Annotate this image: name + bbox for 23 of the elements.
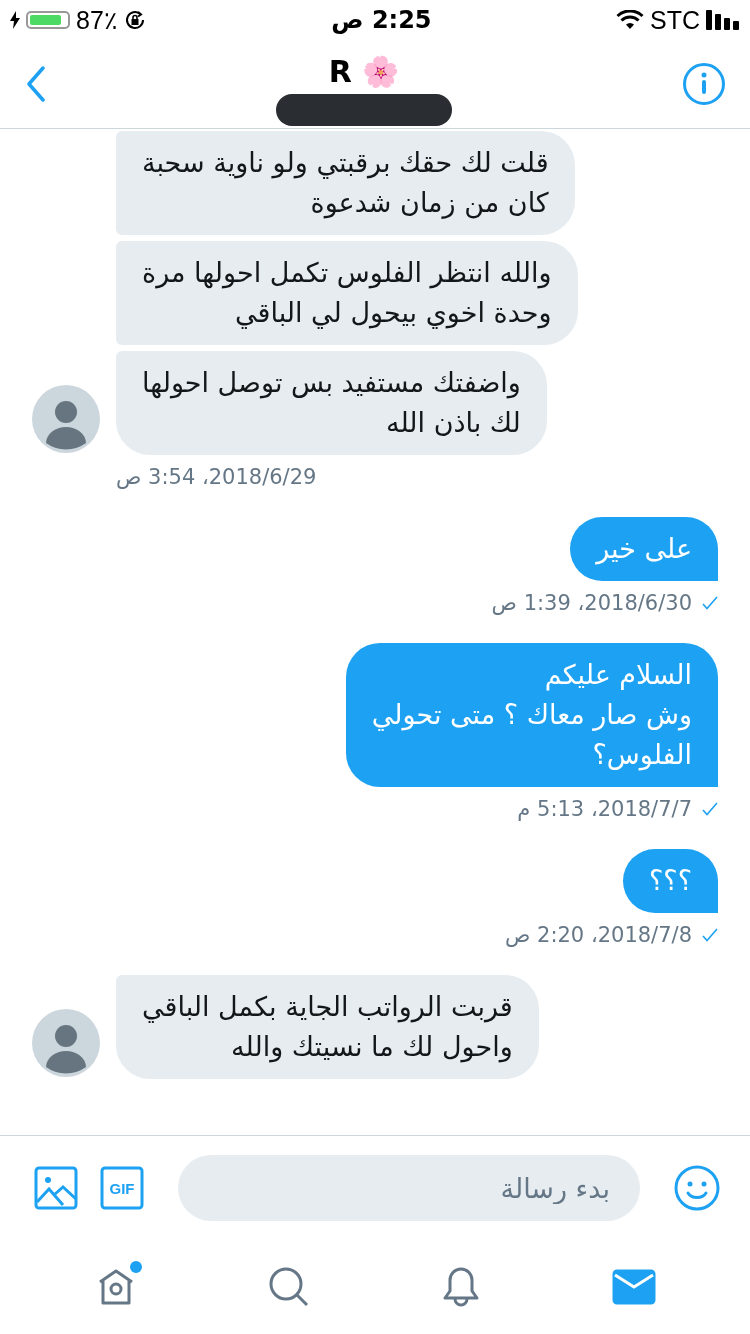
clock-time: 2:25 ص <box>331 6 432 34</box>
message-time: 2018/7/7، 5:13 م <box>517 797 692 821</box>
info-button[interactable] <box>682 62 726 106</box>
back-button[interactable] <box>26 66 46 102</box>
charging-icon <box>10 11 20 29</box>
avatar-icon[interactable] <box>32 385 100 453</box>
image-button[interactable] <box>34 1166 78 1210</box>
battery-icon <box>26 11 70 29</box>
avatar-icon[interactable] <box>32 1009 100 1077</box>
message-input[interactable]: بدء رسالة <box>178 1155 640 1221</box>
message-bubble[interactable]: قربت الرواتب الجاية بكمل الباقي واحول لك ما نسيتك والله <box>116 975 539 1079</box>
message-time: 2018/7/8، 2:20 ص <box>504 923 692 947</box>
message-time: 2018/6/29، 3:54 ص <box>116 465 317 489</box>
carrier-name: STC <box>650 5 700 35</box>
message-bubble[interactable]: واضفتك مستفيد بس توصل احولها لك باذن الله <box>116 351 547 455</box>
wifi-icon <box>616 10 644 30</box>
battery-percent: 87٪ <box>76 5 117 35</box>
message-time: 2018/6/30، 1:39 ص <box>491 591 692 615</box>
message-bubble[interactable]: قلت لك حقك برقبتي ولو ناوية سحبة كان من زمان شدعوة <box>116 131 575 235</box>
emoji-button[interactable] <box>674 1165 720 1211</box>
signal-icon <box>706 10 740 30</box>
message-bubble[interactable]: والله انتظر الفلوس تكمل احولها مرة وحدة اخوي بيحول لي الباقي <box>116 241 578 345</box>
conversation-title: R 🌸 <box>328 53 400 91</box>
